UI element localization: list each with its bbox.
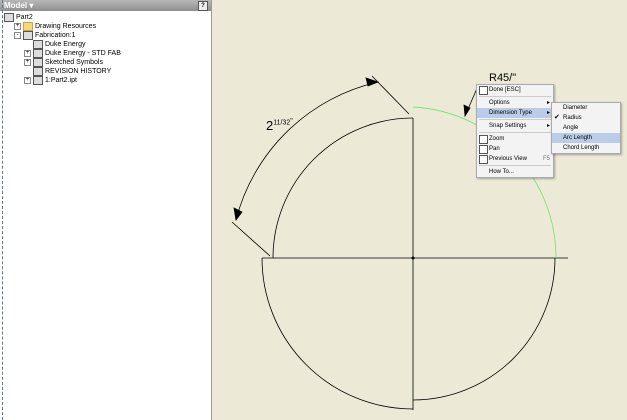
center-point <box>411 256 415 260</box>
extension-line <box>231 221 271 257</box>
menu-item-label: How To... <box>489 169 514 175</box>
menu-item-label: Pan <box>489 146 500 152</box>
submenu-arrow-icon: ▸ <box>546 110 550 116</box>
menu-item-zoom[interactable]: Zoom <box>477 134 553 144</box>
arc-lower-right <box>412 257 556 401</box>
menu-item-pan[interactable]: Pan <box>477 144 553 154</box>
pan-icon <box>479 145 488 154</box>
menu-separator <box>479 165 551 166</box>
previous-view-icon <box>479 155 488 164</box>
menu-item-chord-length[interactable]: Chord Length <box>552 143 620 153</box>
dimension-arc <box>235 81 379 221</box>
menu-item-label: Zoom <box>489 136 505 142</box>
menu-item-label: Dimension Type <box>489 110 532 116</box>
submenu-arrow-icon: ▸ <box>546 123 550 129</box>
arc-lower-left <box>261 257 414 410</box>
menu-item-dimension-type[interactable]: Dimension Type ▸ <box>477 108 553 118</box>
menu-item-radius[interactable]: ✔ Radius <box>552 113 620 123</box>
zoom-icon <box>479 135 488 144</box>
menu-item-label: Angle <box>563 125 579 131</box>
menu-item-label: Arc Length <box>563 135 593 141</box>
menu-item-options[interactable]: Options ▸ <box>477 98 553 108</box>
arrowhead <box>233 207 243 221</box>
menu-item-arc-length[interactable]: Arc Length <box>552 133 620 143</box>
check-icon: ✔ <box>554 114 560 121</box>
menu-item-previous-view[interactable]: Previous View F5 <box>477 154 553 164</box>
menu-item-done-esc[interactable]: Done [ESC] <box>477 85 553 95</box>
arc-dimension-label[interactable]: 211/32" <box>266 118 293 133</box>
menu-item-diameter[interactable]: Diameter <box>552 103 620 113</box>
menu-item-label: Previous View <box>489 156 527 162</box>
menu-separator <box>479 132 551 133</box>
menu-item-label: Done [ESC] <box>489 87 521 93</box>
radius-dimension-label[interactable]: R45/" <box>489 72 516 84</box>
menu-item-how-to[interactable]: How To... <box>477 167 553 177</box>
menu-item-label: Options <box>489 100 510 106</box>
submenu-arrow-icon: ▸ <box>546 100 550 106</box>
arc-upper-left <box>272 117 414 259</box>
menu-item-label: Chord Length <box>563 145 600 151</box>
menu-separator <box>479 96 551 97</box>
dimension-type-submenu: Diameter ✔ Radius Angle Arc Length Chord Leng… <box>551 102 621 154</box>
menu-item-label: Radius <box>563 115 582 121</box>
shortcut-key: F5 <box>542 156 550 162</box>
arrowhead <box>365 77 380 87</box>
menu-item-label: Snap Settings <box>489 123 527 129</box>
done-icon <box>479 86 488 95</box>
context-menu: Done [ESC] Options ▸ Dimension Type ▸ Snap Se… <box>476 84 554 178</box>
menu-separator <box>479 119 551 120</box>
menu-item-label: Diameter <box>563 105 588 111</box>
menu-item-snap-settings[interactable]: Snap Settings ▸ <box>477 121 553 131</box>
menu-item-angle[interactable]: Angle <box>552 123 620 133</box>
drawing-canvas[interactable] <box>0 0 627 420</box>
